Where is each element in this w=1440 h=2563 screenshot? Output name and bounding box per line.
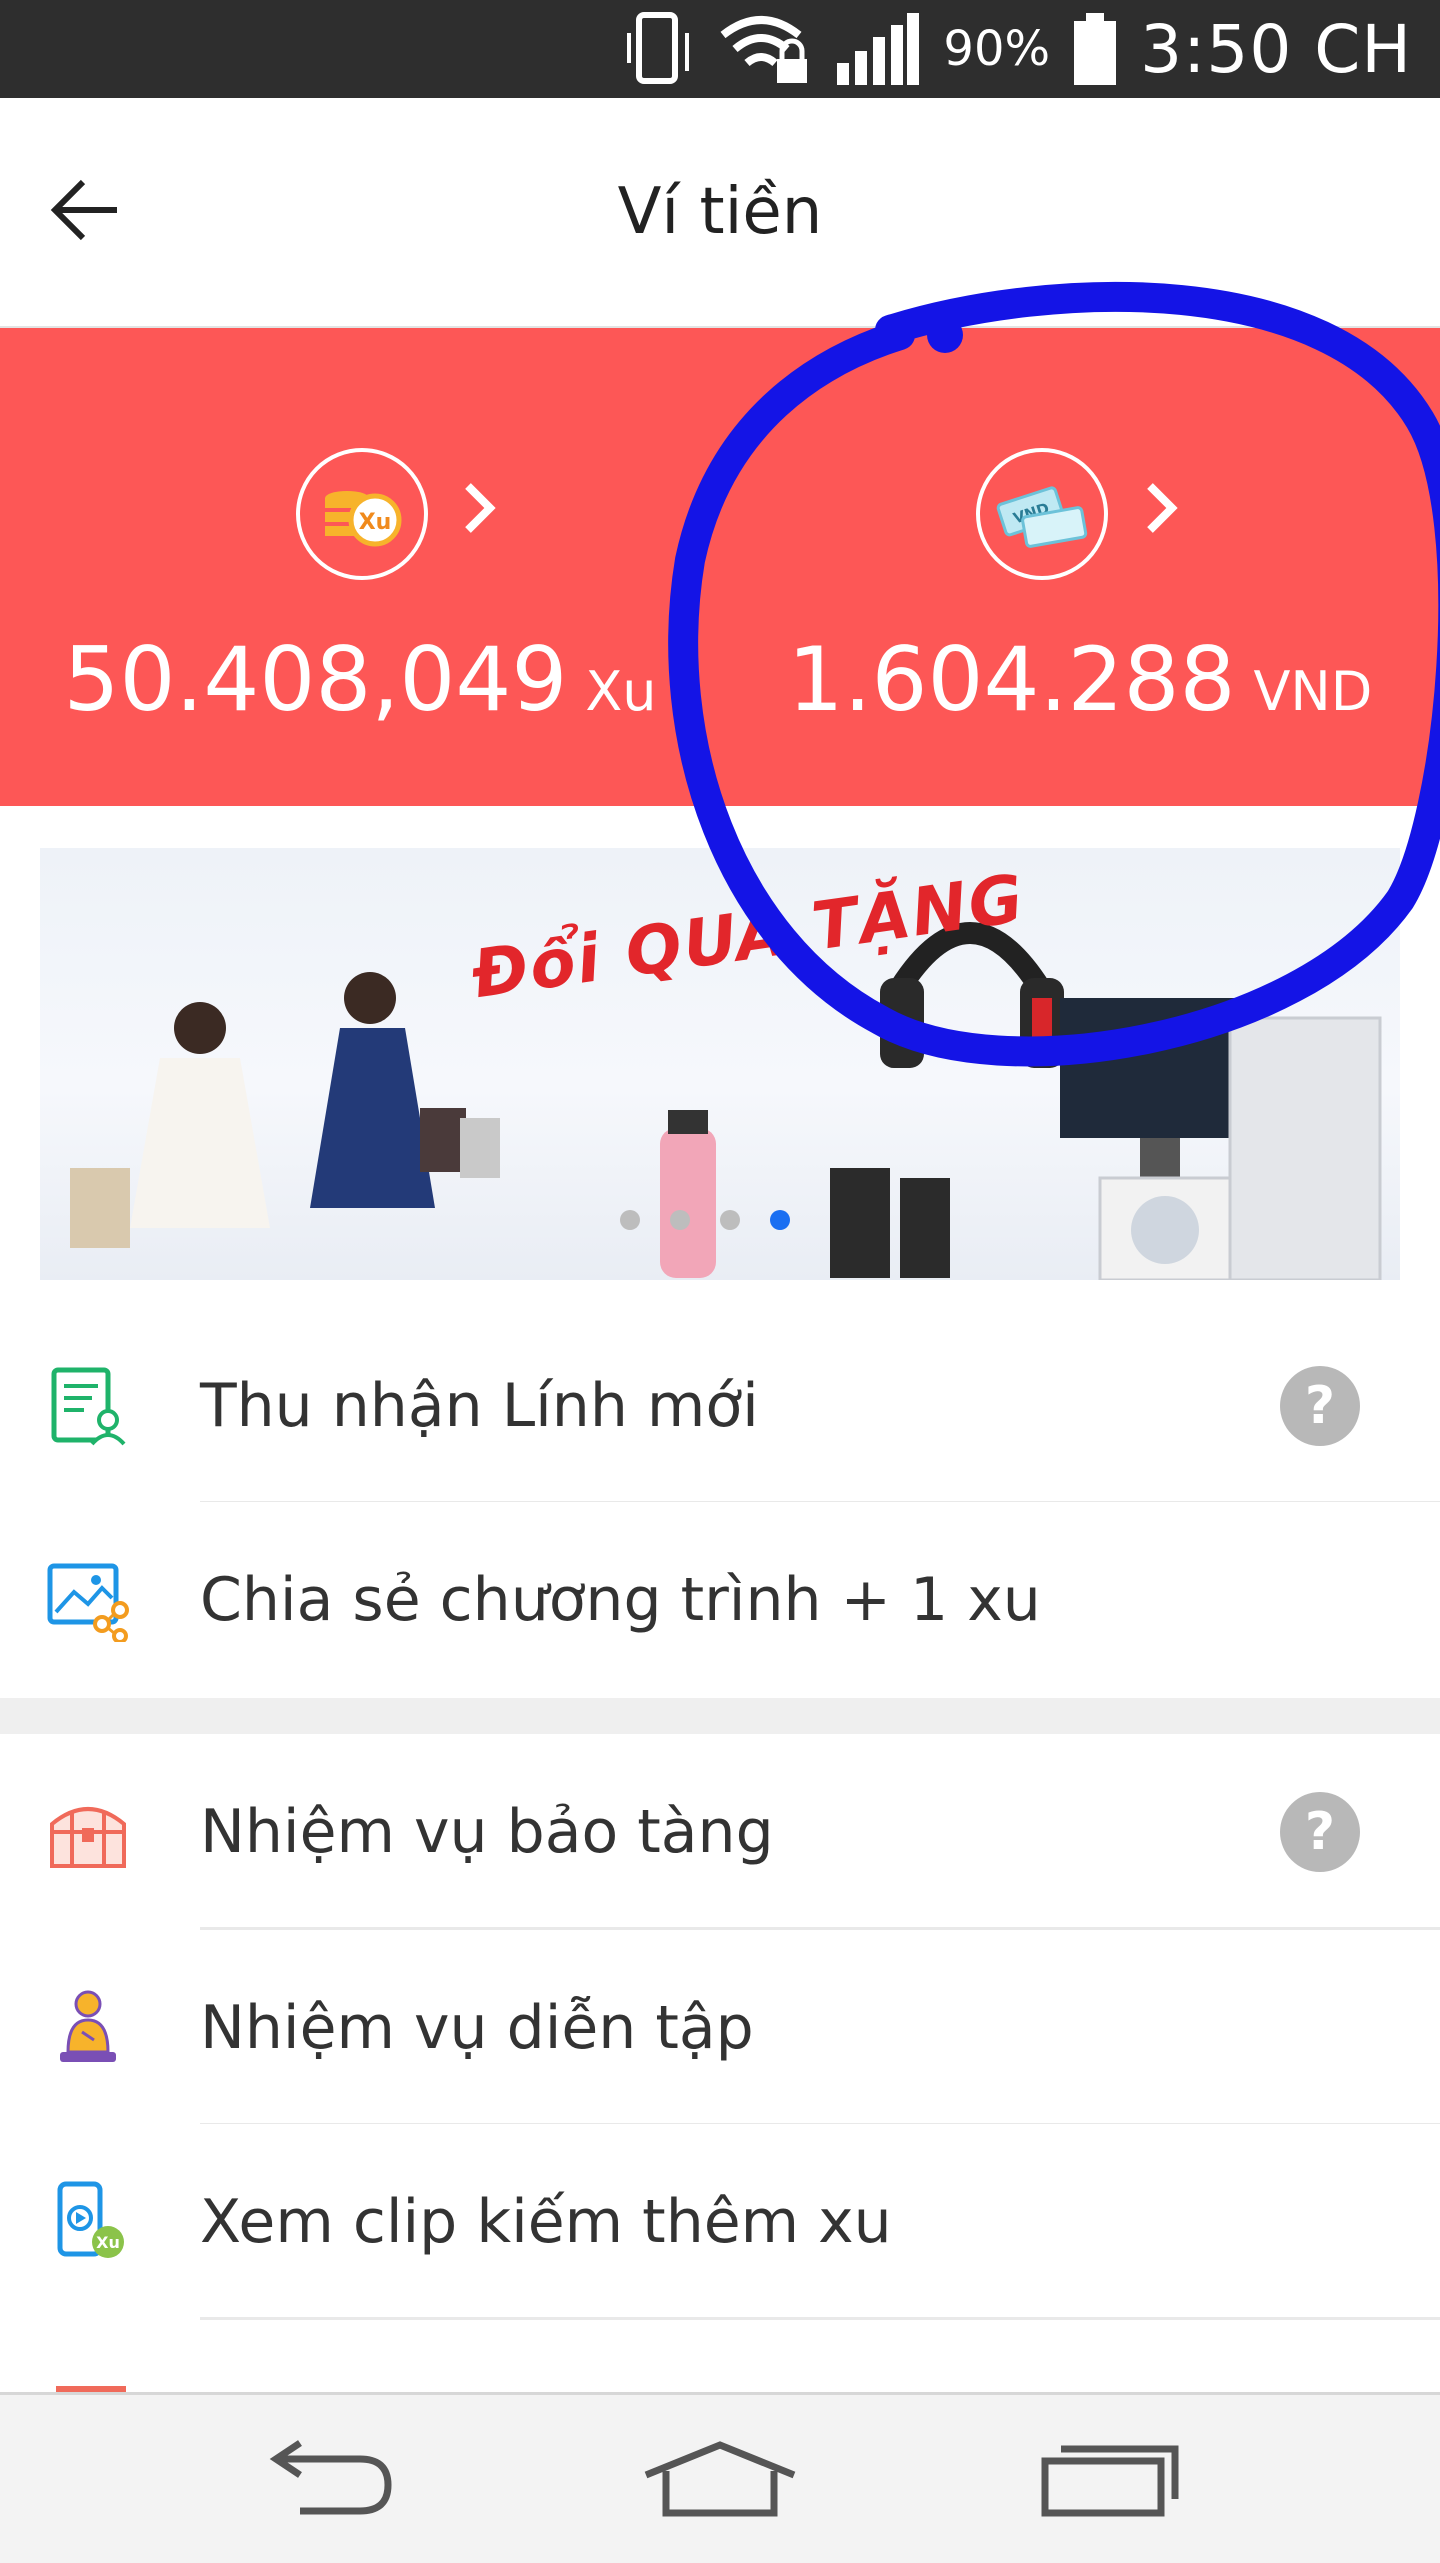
system-nav-bar bbox=[0, 2392, 1440, 2563]
carousel-dot-active[interactable] bbox=[770, 1210, 790, 1230]
home-nav-icon bbox=[644, 2441, 796, 2517]
vnd-amount: 1.604.288 bbox=[787, 628, 1236, 731]
carousel-dot[interactable] bbox=[670, 1210, 690, 1230]
list-item-label: Nhiệm vụ bảo tàng bbox=[200, 1797, 774, 1867]
list-item-partial[interactable] bbox=[0, 2320, 1440, 2392]
list-item-newcomer[interactable]: Thu nhận Lính mới ? bbox=[0, 1308, 1440, 1504]
section-gap bbox=[0, 1698, 1440, 1734]
drill-person-icon bbox=[60, 1990, 116, 2062]
carousel-dots[interactable] bbox=[620, 1210, 790, 1230]
app-bar: Ví tiền bbox=[0, 98, 1440, 329]
xu-balance[interactable]: Xu 50.408,049 Xu bbox=[0, 328, 720, 806]
signal-icon bbox=[837, 13, 920, 85]
xu-coin-icon: Xu bbox=[296, 448, 428, 580]
status-bar: 90% 3:50 CH bbox=[0, 0, 1440, 98]
vnd-balance[interactable]: VND 1.604.288 VND bbox=[720, 328, 1440, 806]
wallet-summary: Xu 50.408,049 Xu VND 1.604.288 VND bbox=[0, 328, 1440, 806]
nav-back-button[interactable] bbox=[250, 2429, 410, 2529]
nav-recents-button[interactable] bbox=[1030, 2429, 1190, 2529]
list-item-share[interactable]: Chia sẻ chương trình + 1 xu bbox=[0, 1502, 1440, 1698]
battery-icon bbox=[1074, 13, 1117, 85]
nav-home-button[interactable] bbox=[640, 2429, 800, 2529]
list-item-museum[interactable]: Nhiệm vụ bảo tàng ? bbox=[0, 1734, 1440, 1930]
svg-text:Xu: Xu bbox=[359, 510, 392, 535]
vnd-ticket-icon: VND bbox=[976, 448, 1108, 580]
help-button[interactable]: ? bbox=[1280, 1792, 1360, 1872]
share-image-icon bbox=[47, 1563, 129, 1642]
xu-amount: 50.408,049 bbox=[63, 628, 568, 731]
xu-chevron-right-icon bbox=[465, 483, 496, 533]
back-nav-icon bbox=[269, 2440, 392, 2515]
treasure-chest-icon bbox=[50, 1807, 126, 1868]
list-item-drill[interactable]: Nhiệm vụ diễn tập bbox=[0, 1930, 1440, 2126]
help-button[interactable]: ? bbox=[1280, 1366, 1360, 1446]
page-title: Ví tiền bbox=[617, 175, 823, 249]
vnd-unit: VND bbox=[1253, 660, 1373, 723]
vnd-chevron-right-icon bbox=[1147, 483, 1178, 533]
clock: 3:50 CH bbox=[1140, 10, 1412, 88]
list-item-label: Xem clip kiếm thêm xu bbox=[200, 2187, 892, 2257]
svg-text:Xu: Xu bbox=[96, 2233, 120, 2252]
carousel-dot[interactable] bbox=[620, 1210, 640, 1230]
recents-nav-icon bbox=[1041, 2445, 1179, 2517]
list-item-label: Thu nhận Lính mới bbox=[200, 1371, 759, 1441]
carousel-dot[interactable] bbox=[720, 1210, 740, 1230]
wifi-lock-icon bbox=[720, 16, 808, 83]
promo-banner[interactable]: Đổi QUÀ TẶNG bbox=[40, 848, 1400, 1280]
list-item-label: Nhiệm vụ diễn tập bbox=[200, 1993, 754, 2063]
newcomer-doc-icon bbox=[51, 1367, 126, 1446]
battery-percent: 90% bbox=[943, 21, 1051, 77]
xu-unit: Xu bbox=[585, 660, 657, 723]
vibrate-icon bbox=[627, 12, 690, 84]
list-item-clip[interactable]: Xu Xem clip kiếm thêm xu bbox=[0, 2124, 1440, 2320]
video-xu-icon: Xu bbox=[57, 2181, 124, 2258]
list-item-label: Chia sẻ chương trình + 1 xu bbox=[200, 1565, 1041, 1635]
